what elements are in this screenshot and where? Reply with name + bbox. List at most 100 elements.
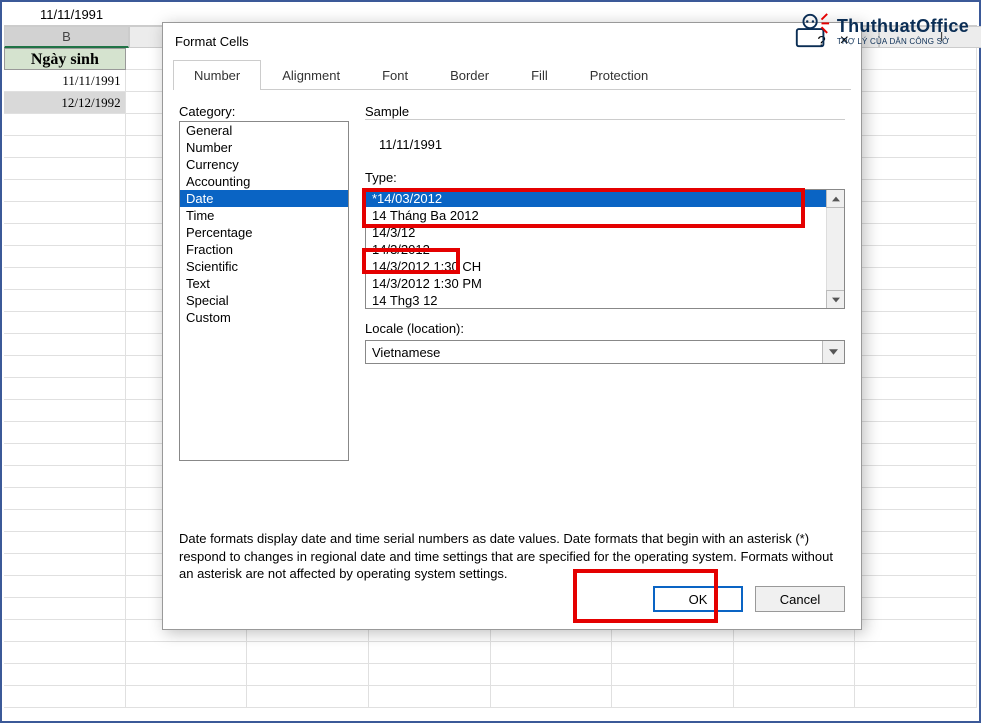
cell[interactable] xyxy=(734,686,856,708)
cell[interactable] xyxy=(4,664,126,686)
cell[interactable] xyxy=(4,224,126,246)
cell[interactable] xyxy=(855,114,977,136)
cell[interactable] xyxy=(855,422,977,444)
cell[interactable] xyxy=(4,312,126,334)
cell[interactable] xyxy=(612,664,734,686)
cell[interactable] xyxy=(855,268,977,290)
cell[interactable] xyxy=(855,70,977,92)
cell[interactable] xyxy=(4,642,126,664)
tab-alignment[interactable]: Alignment xyxy=(261,60,361,90)
type-item[interactable]: 14 Tháng Ba 2012 xyxy=(366,207,826,224)
cell[interactable] xyxy=(855,356,977,378)
cell[interactable] xyxy=(4,510,126,532)
cell[interactable] xyxy=(4,246,126,268)
cell[interactable] xyxy=(4,290,126,312)
cell[interactable] xyxy=(4,444,126,466)
cell[interactable] xyxy=(734,664,856,686)
cell[interactable] xyxy=(4,620,126,642)
type-item[interactable]: 14 Thg3 12 xyxy=(366,292,826,308)
cell[interactable] xyxy=(4,554,126,576)
ok-button[interactable]: OK xyxy=(653,586,743,612)
cell[interactable] xyxy=(855,92,977,114)
cell[interactable] xyxy=(4,686,126,708)
scroll-down-icon[interactable] xyxy=(826,290,844,308)
cell[interactable] xyxy=(247,664,369,686)
type-item[interactable]: 14/3/2012 xyxy=(366,241,826,258)
cell[interactable] xyxy=(126,664,248,686)
cell[interactable] xyxy=(4,202,126,224)
scrollbar-track[interactable] xyxy=(826,208,844,290)
cell[interactable] xyxy=(247,686,369,708)
cell[interactable] xyxy=(734,642,856,664)
cell[interactable] xyxy=(4,378,126,400)
type-list[interactable]: *14/03/201214 Tháng Ba 201214/3/1214/3/2… xyxy=(365,189,845,309)
category-item[interactable]: Currency xyxy=(180,156,348,173)
category-item[interactable]: Date xyxy=(180,190,348,207)
scroll-up-icon[interactable] xyxy=(826,190,844,208)
category-item[interactable]: Accounting xyxy=(180,173,348,190)
chevron-down-icon[interactable] xyxy=(822,341,844,363)
cell[interactable] xyxy=(855,224,977,246)
cell[interactable] xyxy=(491,642,613,664)
cell[interactable] xyxy=(4,334,126,356)
cell[interactable] xyxy=(491,686,613,708)
cell[interactable] xyxy=(855,664,977,686)
cell[interactable] xyxy=(855,158,977,180)
cell[interactable] xyxy=(855,598,977,620)
cell[interactable] xyxy=(855,378,977,400)
cell[interactable] xyxy=(4,268,126,290)
cell[interactable] xyxy=(4,576,126,598)
category-item[interactable]: Custom xyxy=(180,309,348,326)
type-item[interactable]: 14/3/2012 1:30 PM xyxy=(366,275,826,292)
cell[interactable] xyxy=(855,444,977,466)
category-item[interactable]: Scientific xyxy=(180,258,348,275)
category-item[interactable]: Special xyxy=(180,292,348,309)
cell[interactable]: 11/11/1991 xyxy=(4,70,126,92)
tab-protection[interactable]: Protection xyxy=(569,60,670,90)
dialog-titlebar[interactable]: Format Cells ? × xyxy=(163,23,861,59)
cell[interactable]: Ngày sinh xyxy=(4,48,126,70)
category-list[interactable]: GeneralNumberCurrencyAccountingDateTimeP… xyxy=(179,121,349,461)
cell[interactable] xyxy=(4,422,126,444)
cell[interactable] xyxy=(855,554,977,576)
cell[interactable] xyxy=(4,466,126,488)
category-item[interactable]: Time xyxy=(180,207,348,224)
category-item[interactable]: Fraction xyxy=(180,241,348,258)
cell[interactable] xyxy=(855,642,977,664)
category-item[interactable]: Number xyxy=(180,139,348,156)
cell[interactable] xyxy=(4,114,126,136)
type-item[interactable]: *14/03/2012 xyxy=(366,190,826,207)
cell[interactable] xyxy=(855,290,977,312)
cell[interactable] xyxy=(855,576,977,598)
cell[interactable] xyxy=(4,180,126,202)
cell[interactable] xyxy=(4,598,126,620)
tab-fill[interactable]: Fill xyxy=(510,60,569,90)
type-item[interactable]: 14/3/12 xyxy=(366,224,826,241)
category-item[interactable]: Percentage xyxy=(180,224,348,241)
cell[interactable] xyxy=(126,642,248,664)
cell[interactable] xyxy=(612,686,734,708)
cell[interactable] xyxy=(369,642,491,664)
cell[interactable] xyxy=(4,136,126,158)
cell[interactable] xyxy=(855,180,977,202)
cell[interactable] xyxy=(855,246,977,268)
cell[interactable] xyxy=(855,488,977,510)
cell[interactable] xyxy=(4,488,126,510)
cell[interactable]: 12/12/1992 xyxy=(4,92,126,114)
cell[interactable] xyxy=(4,158,126,180)
tab-number[interactable]: Number xyxy=(173,60,261,90)
tab-font[interactable]: Font xyxy=(361,60,429,90)
locale-select[interactable]: Vietnamese xyxy=(365,340,845,364)
cell[interactable] xyxy=(491,664,613,686)
cell[interactable] xyxy=(612,642,734,664)
category-item[interactable]: Text xyxy=(180,275,348,292)
tab-border[interactable]: Border xyxy=(429,60,510,90)
type-item[interactable]: 14/3/2012 1:30 CH xyxy=(366,258,826,275)
cell[interactable] xyxy=(855,312,977,334)
cell[interactable] xyxy=(855,686,977,708)
cell[interactable] xyxy=(126,686,248,708)
cell[interactable] xyxy=(855,400,977,422)
category-item[interactable]: General xyxy=(180,122,348,139)
cell[interactable] xyxy=(855,466,977,488)
cell[interactable] xyxy=(855,620,977,642)
